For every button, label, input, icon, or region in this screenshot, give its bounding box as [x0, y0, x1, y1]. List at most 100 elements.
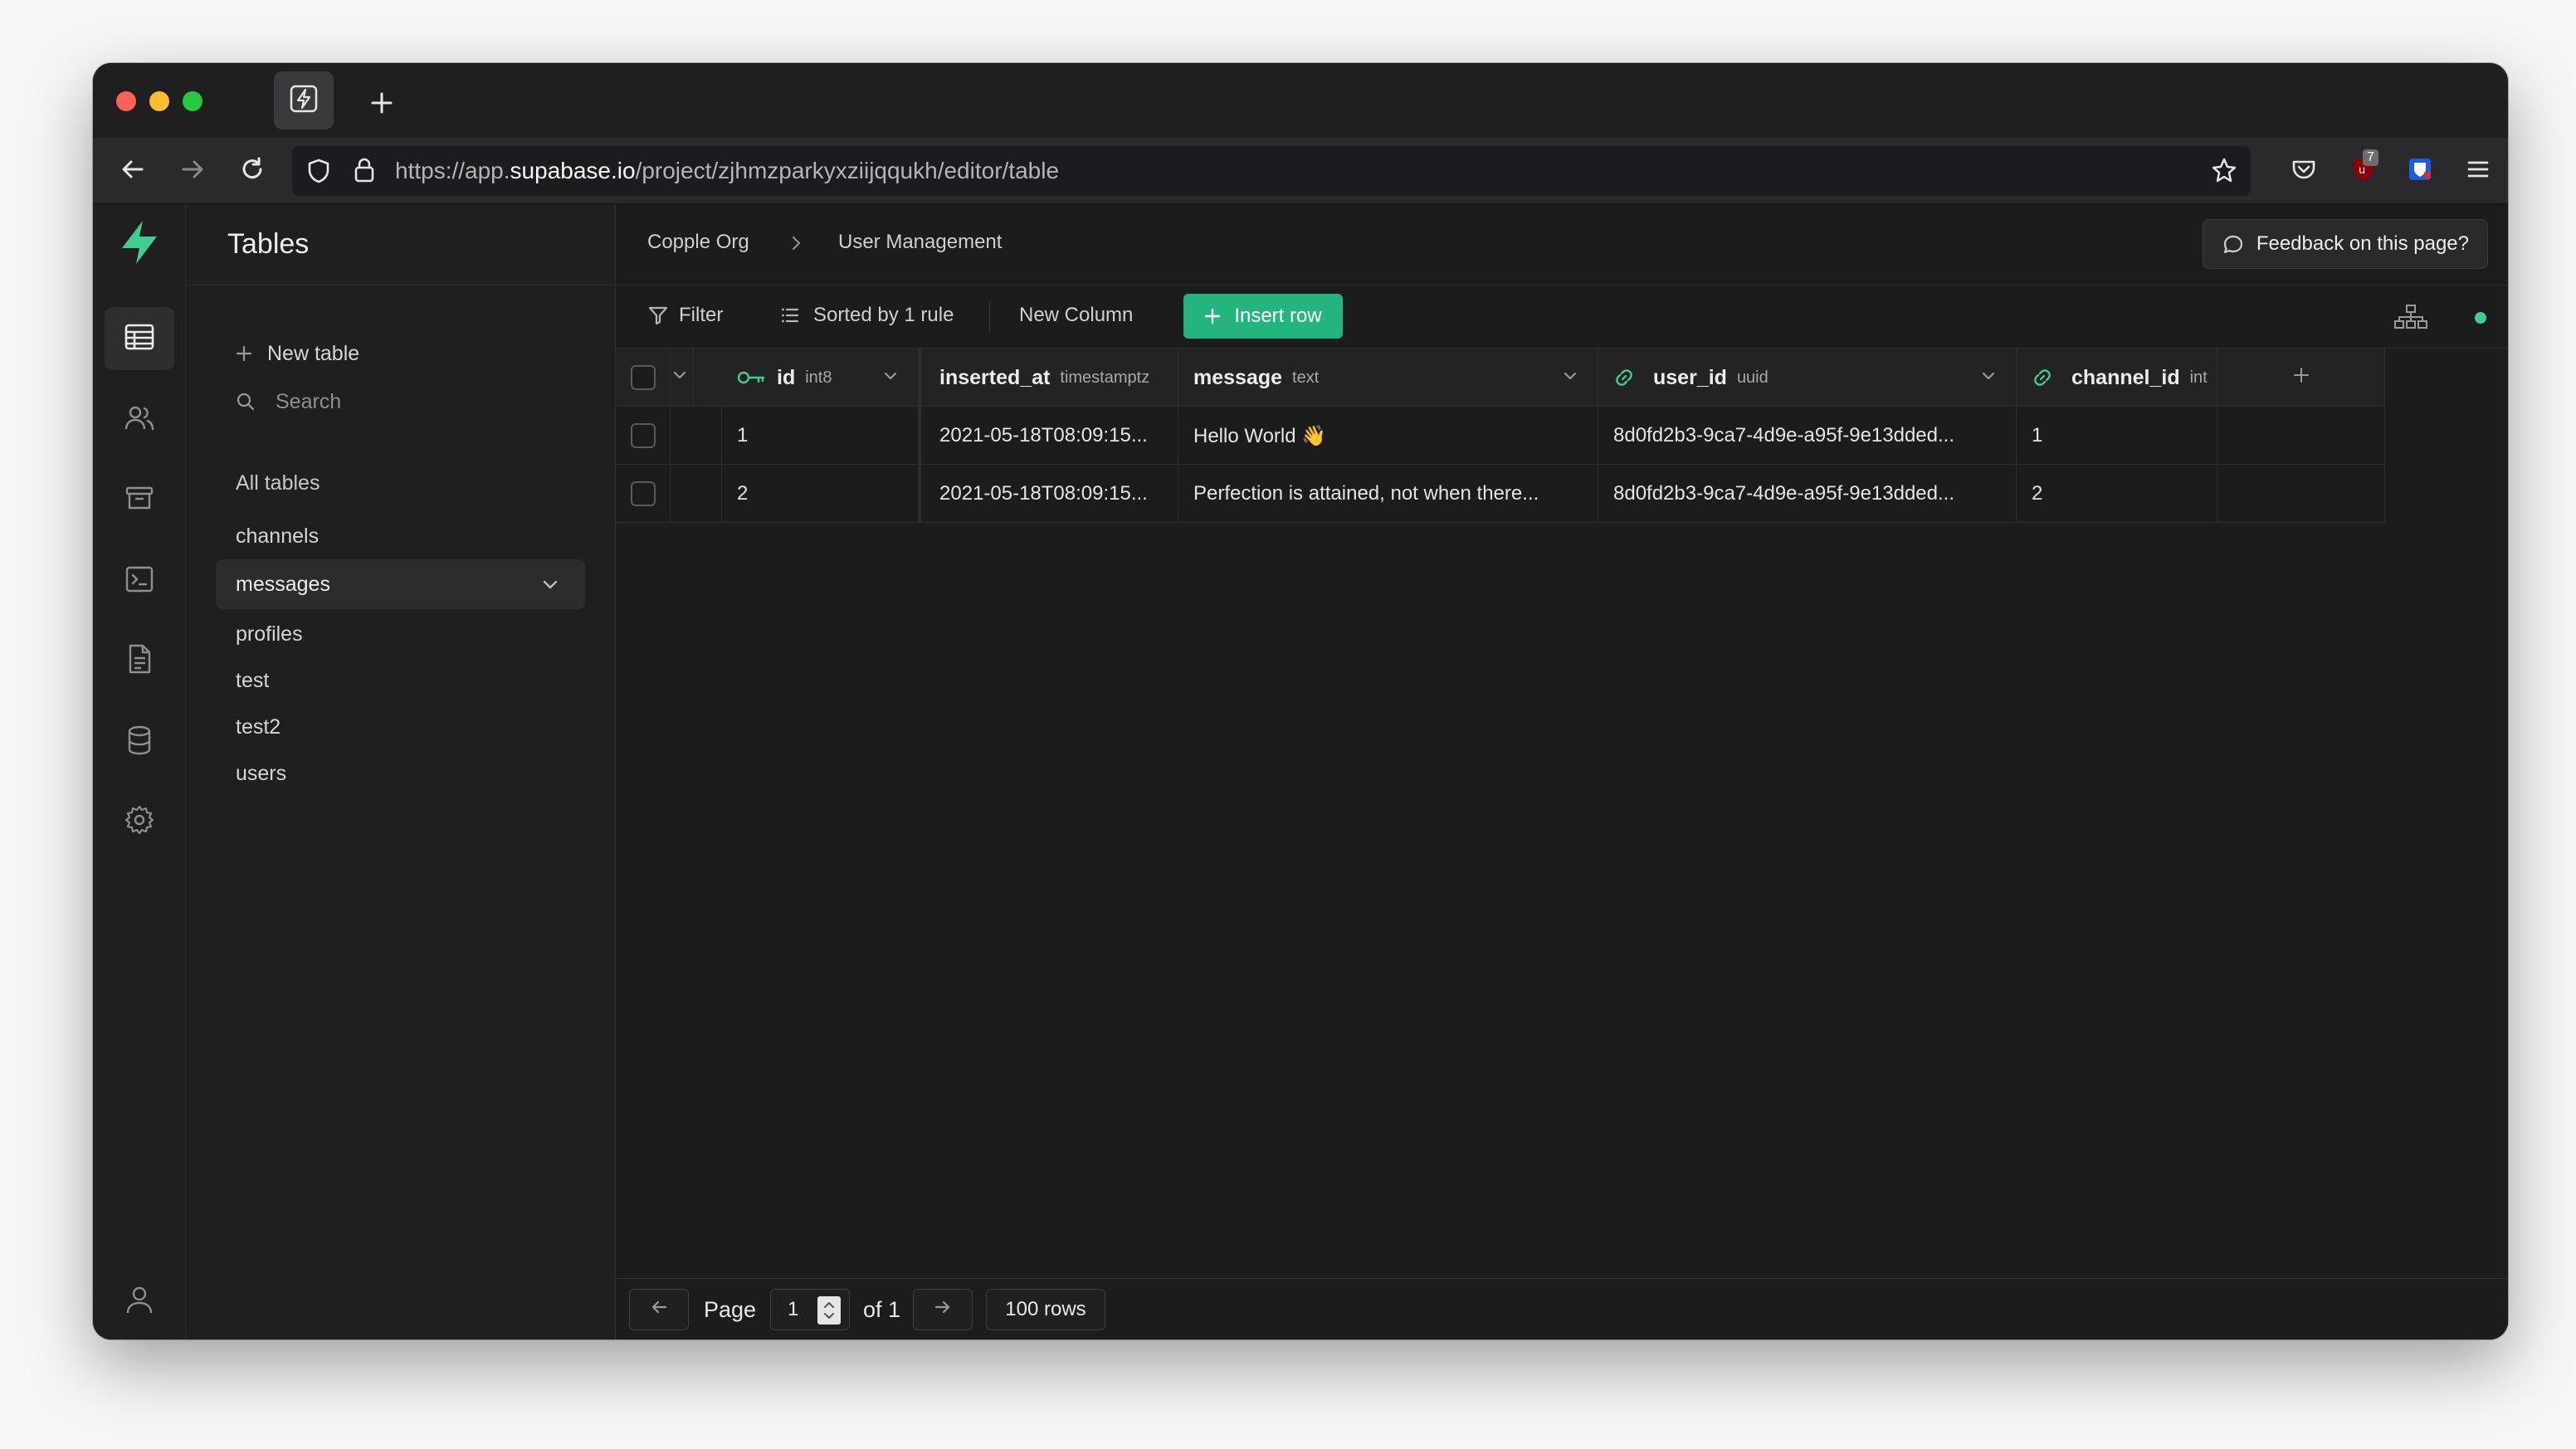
filter-button[interactable]: Filter: [647, 304, 723, 327]
close-window-button[interactable]: [116, 91, 136, 111]
browser-menu-button[interactable]: [2455, 148, 2501, 194]
breadcrumb-project[interactable]: User Management: [838, 231, 1002, 254]
stepper-arrows-icon: [817, 1302, 841, 1329]
column-header-inserted-at[interactable]: inserted_at timestamptz: [925, 349, 1178, 407]
column-type: int: [2189, 368, 2208, 387]
column-header-message[interactable]: message text: [1178, 349, 1598, 407]
column-type: timestamptz: [1060, 368, 1150, 387]
next-page-button[interactable]: [913, 1289, 973, 1330]
reload-icon: [238, 155, 266, 188]
column-name: message: [1193, 365, 1283, 389]
column-header-id[interactable]: id int8: [722, 349, 921, 407]
supabase-app: Tables New table Search All tables chann…: [93, 204, 2508, 1339]
new-table-label: New table: [267, 341, 360, 365]
cell-channel-id[interactable]: 2: [2017, 465, 2217, 523]
address-bar[interactable]: https://app.supabase.io/project/zjhmzpar…: [292, 146, 2251, 196]
row-checkbox[interactable]: [630, 423, 656, 448]
cell-inserted-at[interactable]: 2021-05-18T08:09:15...: [925, 465, 1178, 523]
rail-api-docs[interactable]: [105, 629, 174, 692]
rail-sql-editor[interactable]: [105, 549, 174, 612]
reload-button[interactable]: [229, 148, 276, 194]
sidebar-header: Tables: [186, 204, 615, 285]
empty-cell: [2217, 465, 2385, 523]
page-number-input[interactable]: 1: [770, 1289, 850, 1330]
supabase-home-button[interactable]: [105, 212, 174, 276]
column-header-user-id[interactable]: user_id uuid: [1598, 349, 2017, 407]
breadcrumb-org[interactable]: Copple Org: [647, 231, 749, 254]
previous-page-button[interactable]: [629, 1289, 689, 1330]
table-row[interactable]: 2 2021-05-18T08:09:15... Perfection is a…: [616, 465, 2385, 523]
sidebar-item-messages[interactable]: messages: [216, 559, 585, 609]
schema-diagram-icon[interactable]: [2393, 304, 2428, 334]
cell-id[interactable]: 1: [722, 407, 921, 465]
url-path: /project/zjhmzparkyxziijqqukh/editor/tab…: [635, 158, 1060, 183]
forward-button[interactable]: [169, 148, 216, 194]
sidebar-item-users[interactable]: users: [216, 749, 585, 798]
add-column-button[interactable]: [2217, 349, 2385, 407]
all-tables-label: All tables: [236, 471, 320, 495]
back-button[interactable]: [110, 148, 156, 194]
rail-table-editor[interactable]: [105, 307, 174, 370]
chevron-down-icon: [671, 366, 689, 390]
rail-account[interactable]: [105, 1270, 174, 1333]
sort-button[interactable]: Sorted by 1 rule: [780, 304, 954, 327]
bookmark-star-icon[interactable]: [2209, 156, 2239, 190]
rail-settings[interactable]: [105, 790, 174, 853]
browser-window: https://app.supabase.io/project/zjhmzpar…: [93, 63, 2508, 1339]
chevron-down-icon[interactable]: [1979, 367, 1998, 391]
shield-icon: [305, 158, 332, 188]
pocket-button[interactable]: [2281, 148, 2327, 194]
rail-storage[interactable]: [105, 468, 174, 531]
table-name-label: profiles: [236, 622, 303, 646]
sidebar-item-test[interactable]: test: [216, 656, 585, 705]
plus-icon: [2292, 366, 2310, 390]
row-checkbox[interactable]: [630, 481, 656, 506]
select-all-checkbox[interactable]: [630, 365, 656, 390]
cell-channel-id[interactable]: 1: [2017, 407, 2217, 465]
database-icon: [123, 724, 156, 761]
cell-message[interactable]: Hello World 👋: [1178, 407, 1598, 465]
chevron-down-icon[interactable]: [1561, 367, 1579, 391]
arrow-left-icon: [119, 155, 147, 188]
new-column-button[interactable]: New Column: [1019, 304, 1133, 327]
column-name: inserted_at: [939, 365, 1051, 389]
zoom-window-button[interactable]: [183, 91, 202, 111]
bitwarden-extension-button[interactable]: [2397, 148, 2443, 194]
insert-row-button[interactable]: Insert row: [1183, 294, 1343, 339]
column-header-channel-id[interactable]: channel_id int: [2017, 349, 2217, 407]
cell-id[interactable]: 2: [722, 465, 921, 523]
sidebar-item-test2[interactable]: test2: [216, 702, 585, 752]
search-tables-input[interactable]: Search: [216, 377, 585, 427]
select-menu-cell[interactable]: [671, 349, 694, 407]
table-row[interactable]: 1 2021-05-18T08:09:15... Hello World 👋 8…: [616, 407, 2385, 465]
sidebar-item-profiles[interactable]: profiles: [216, 609, 585, 659]
rail-database[interactable]: [105, 710, 174, 773]
feedback-button[interactable]: Feedback on this page?: [2202, 219, 2488, 269]
cell-message[interactable]: Perfection is attained, not when there..…: [1178, 465, 1598, 523]
chevron-down-icon[interactable]: [881, 367, 900, 391]
rail-authentication[interactable]: [105, 388, 174, 451]
rows-per-page-button[interactable]: 100 rows: [986, 1289, 1105, 1330]
chevron-down-icon[interactable]: [540, 574, 560, 600]
cell-user-id[interactable]: 8d0fd2b3-9ca7-4d9e-a95f-9e13dded...: [1598, 407, 2017, 465]
users-icon: [123, 402, 156, 439]
plus-icon: [1204, 308, 1221, 324]
column-name: channel_id: [2071, 365, 2180, 389]
search-placeholder: Search: [276, 389, 342, 413]
page-stepper[interactable]: [817, 1296, 841, 1325]
supabase-favicon-icon: [289, 84, 319, 118]
page-count-label: of 1: [863, 1297, 901, 1322]
table-name-label: test2: [236, 715, 281, 739]
minimize-window-button[interactable]: [149, 91, 169, 111]
cell-user-id[interactable]: 8d0fd2b3-9ca7-4d9e-a95f-9e13dded...: [1598, 465, 2017, 523]
extension-badge: 7: [2363, 149, 2378, 166]
sidebar-item-channels[interactable]: channels: [216, 511, 585, 561]
browser-tab-supabase[interactable]: [274, 71, 334, 129]
column-name: id: [777, 365, 796, 389]
page-label: Page: [704, 1297, 757, 1322]
cell-inserted-at[interactable]: 2021-05-18T08:09:15...: [925, 407, 1178, 465]
supabase-logo-icon: [117, 218, 162, 271]
ublock-extension-button[interactable]: u 7: [2340, 148, 2387, 194]
new-table-button[interactable]: New table: [216, 329, 585, 378]
new-tab-button[interactable]: [357, 80, 407, 129]
